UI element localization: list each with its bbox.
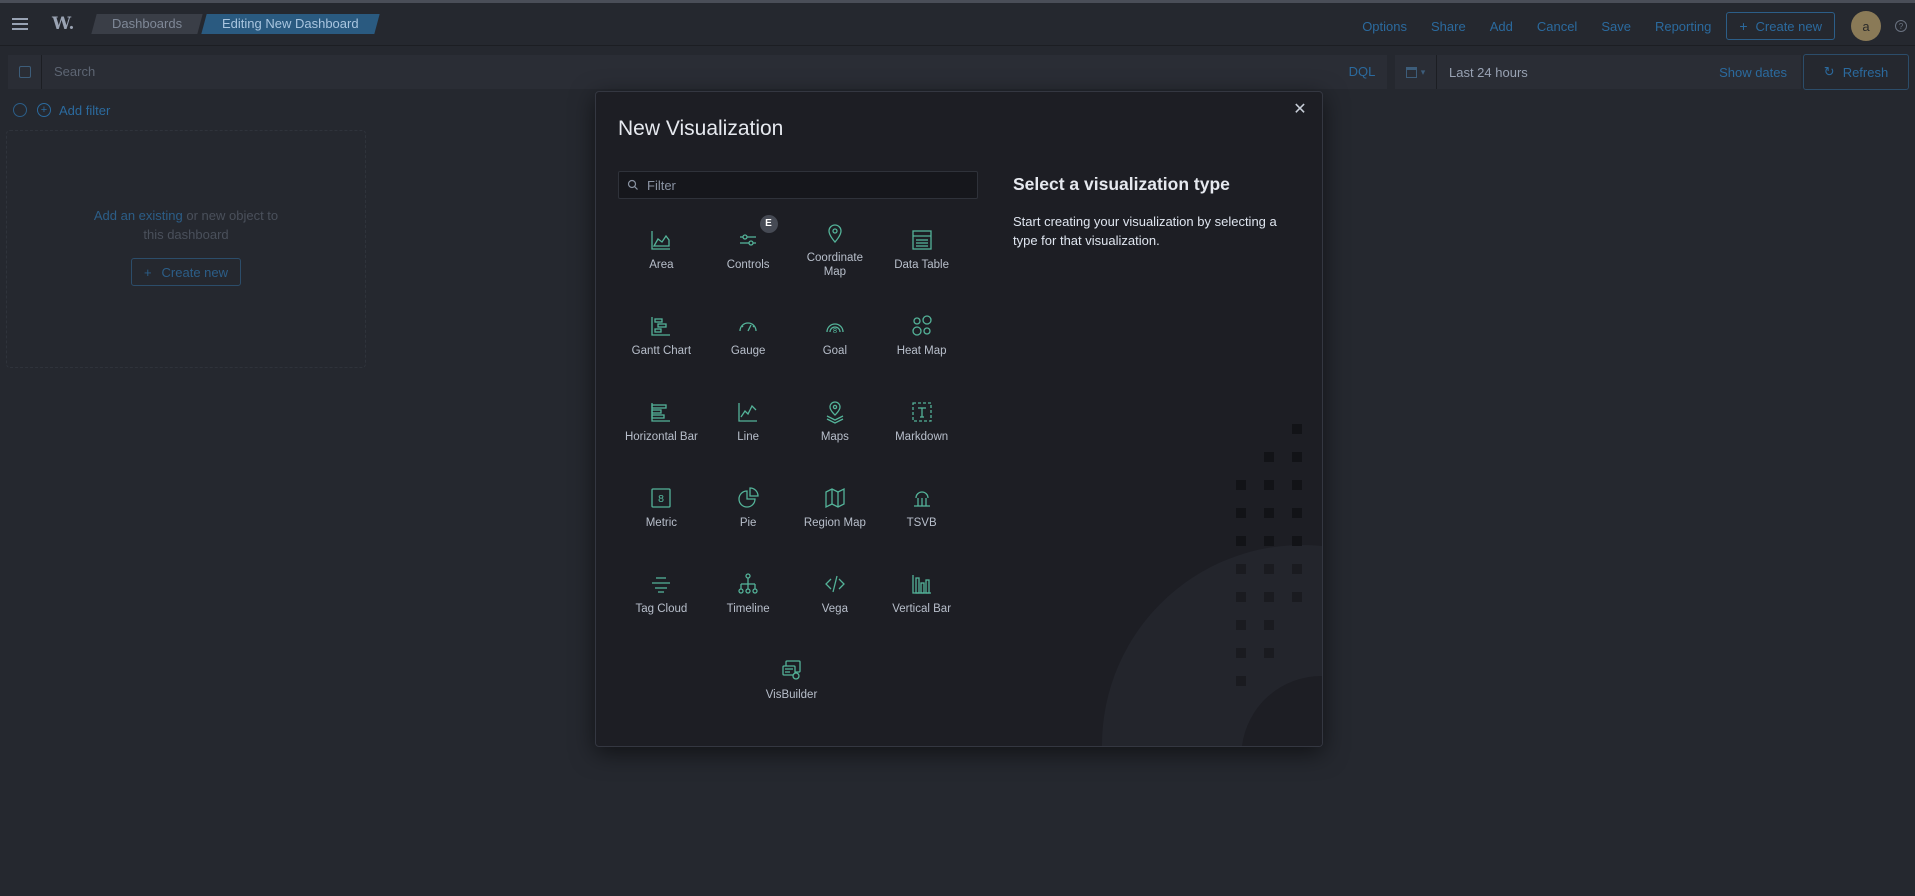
svg-text:8: 8 bbox=[833, 327, 837, 335]
metric-icon: 8 bbox=[651, 488, 672, 508]
time-range-label[interactable]: Last 24 hours bbox=[1437, 65, 1719, 80]
add-filter-button[interactable]: + Add filter bbox=[37, 103, 110, 118]
vis-type-maps[interactable]: Maps bbox=[792, 379, 879, 465]
search-icon bbox=[619, 179, 647, 191]
create-new-button[interactable]: + Create new bbox=[1726, 12, 1835, 40]
show-dates-link[interactable]: Show dates bbox=[1719, 65, 1787, 80]
filter-bar: + Add filter bbox=[0, 98, 110, 122]
refresh-icon: ↻ bbox=[1823, 64, 1835, 79]
vis-type-timeline[interactable]: Timeline bbox=[705, 551, 792, 637]
vis-type-vega[interactable]: Vega bbox=[792, 551, 879, 637]
timeline-icon bbox=[738, 573, 758, 594]
pie-chart-icon bbox=[738, 487, 759, 508]
empty-create-new-button[interactable]: + Create new bbox=[130, 258, 242, 286]
empty-dashboard-panel: Add an existing or new object to this da… bbox=[6, 130, 366, 368]
decorative-illustration bbox=[1102, 424, 1322, 746]
calendar-icon[interactable]: ▾ bbox=[1395, 55, 1437, 89]
svg-text:8: 8 bbox=[658, 494, 664, 505]
empty-dashboard-text: Add an existing or new object to this da… bbox=[93, 208, 279, 242]
vis-type-tag-cloud[interactable]: Tag Cloud bbox=[618, 551, 705, 637]
vis-type-line[interactable]: Line bbox=[705, 379, 792, 465]
vertical-bar-icon bbox=[911, 575, 931, 594]
region-map-icon bbox=[825, 487, 845, 509]
modal-title: New Visualization bbox=[618, 117, 784, 140]
tag-cloud-icon bbox=[652, 577, 671, 593]
refresh-button[interactable]: ↻ Refresh bbox=[1803, 54, 1909, 90]
experimental-badge: E bbox=[759, 215, 778, 233]
header-actions: Options Share Add Cancel Save Reporting … bbox=[1362, 3, 1915, 49]
vis-type-tsvb[interactable]: TSVB bbox=[878, 465, 965, 551]
vis-type-area[interactable]: Area bbox=[618, 207, 705, 293]
help-icon[interactable]: ? bbox=[1895, 20, 1907, 32]
gantt-chart-icon bbox=[651, 317, 671, 336]
vis-type-horizontal-bar[interactable]: Horizontal Bar bbox=[618, 379, 705, 465]
gauge-icon bbox=[739, 322, 757, 332]
query-language-button[interactable]: DQL bbox=[1337, 55, 1387, 89]
plus-icon: + bbox=[1739, 18, 1748, 34]
vis-type-metric[interactable]: 8 Metric bbox=[618, 465, 705, 551]
date-picker: ▾ Last 24 hours Show dates bbox=[1395, 55, 1801, 89]
goal-icon: 8 bbox=[826, 323, 844, 335]
filter-input[interactable] bbox=[647, 177, 967, 193]
saved-query-icon[interactable] bbox=[8, 55, 42, 89]
horizontal-bar-icon bbox=[651, 403, 671, 422]
cancel-link[interactable]: Cancel bbox=[1537, 19, 1577, 34]
side-description: Start creating your visualization by sel… bbox=[1013, 214, 1277, 248]
code-icon bbox=[824, 575, 845, 593]
vis-type-region-map[interactable]: Region Map bbox=[792, 465, 879, 551]
markdown-icon bbox=[911, 402, 932, 422]
vis-type-controls[interactable]: E Controls bbox=[705, 207, 792, 293]
map-pin-icon bbox=[828, 224, 842, 243]
close-icon[interactable]: ✕ bbox=[1290, 100, 1310, 120]
heat-map-icon bbox=[911, 315, 932, 336]
reporting-link[interactable]: Reporting bbox=[1655, 19, 1711, 34]
plus-circle-icon: + bbox=[37, 103, 51, 117]
save-link[interactable]: Save bbox=[1601, 19, 1631, 34]
vis-type-vertical-bar[interactable]: Vertical Bar bbox=[878, 551, 965, 637]
plus-icon: + bbox=[143, 264, 152, 280]
breadcrumb-dashboards[interactable]: Dashboards bbox=[91, 14, 203, 34]
vis-type-gauge[interactable]: Gauge bbox=[705, 293, 792, 379]
table-icon bbox=[911, 230, 932, 250]
filter-options-icon[interactable] bbox=[13, 103, 27, 117]
add-link[interactable]: Add bbox=[1490, 19, 1513, 34]
controls-icon bbox=[740, 234, 757, 246]
options-link[interactable]: Options bbox=[1362, 19, 1407, 34]
add-existing-link[interactable]: Add an existing bbox=[94, 208, 183, 223]
visbuilder-icon bbox=[781, 660, 801, 680]
breadcrumb: Dashboards Editing New Dashboard bbox=[91, 14, 381, 34]
vis-type-markdown[interactable]: Markdown bbox=[878, 379, 965, 465]
filter-field[interactable] bbox=[618, 171, 978, 199]
search-input[interactable]: Search bbox=[42, 55, 1337, 89]
breadcrumb-current: Editing New Dashboard bbox=[201, 14, 380, 34]
maps-icon bbox=[826, 401, 844, 424]
side-title: Select a visualization type bbox=[1013, 174, 1230, 194]
vis-type-goal[interactable]: 8 Goal bbox=[792, 293, 879, 379]
app-logo[interactable]: W. bbox=[52, 14, 82, 34]
vis-type-gantt-chart[interactable]: Gantt Chart bbox=[618, 293, 705, 379]
avatar[interactable]: a bbox=[1851, 11, 1881, 41]
visualization-type-grid: Area E Controls Coordinate Map Data Tabl… bbox=[618, 207, 965, 723]
area-chart-icon bbox=[651, 231, 671, 250]
vis-type-visbuilder[interactable]: VisBuilder bbox=[749, 637, 835, 723]
share-link[interactable]: Share bbox=[1431, 19, 1466, 34]
line-chart-icon bbox=[738, 403, 758, 422]
tsvb-icon bbox=[913, 491, 930, 507]
menu-icon[interactable] bbox=[0, 4, 40, 44]
vis-type-data-table[interactable]: Data Table bbox=[878, 207, 965, 293]
vis-type-coordinate-map[interactable]: Coordinate Map bbox=[792, 207, 879, 293]
query-bar: Search DQL ▾ Last 24 hours Show dates ↻ … bbox=[0, 50, 1915, 94]
vis-type-pie[interactable]: Pie bbox=[705, 465, 792, 551]
top-header: W. Dashboards Editing New Dashboard Opti… bbox=[0, 0, 1915, 46]
vis-last-row: VisBuilder bbox=[618, 637, 965, 723]
vis-type-heat-map[interactable]: Heat Map bbox=[878, 293, 965, 379]
new-visualization-modal: ✕ New Visualization Area E Controls Coor… bbox=[595, 91, 1323, 747]
